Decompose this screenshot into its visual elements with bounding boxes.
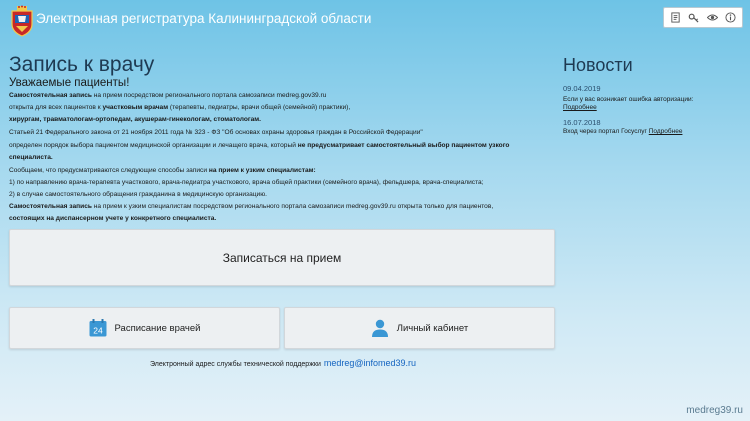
info-button[interactable] bbox=[723, 10, 739, 26]
news-item-row: Вход через портал Госуслуг Подробнее bbox=[563, 128, 682, 136]
info-line-11: состоящих на диспансерном учете у конкре… bbox=[9, 214, 557, 223]
header: Электронная регистратура Калининградской… bbox=[0, 0, 750, 40]
info-text: определен порядок выбора пациентом медиц… bbox=[9, 142, 298, 149]
support-line: Электронный адрес службы технической под… bbox=[150, 358, 416, 368]
visually-impaired-button[interactable] bbox=[704, 10, 720, 26]
key-button[interactable] bbox=[686, 10, 702, 26]
news-more-link[interactable]: Подробнее bbox=[649, 128, 683, 135]
personal-cabinet-label: Личный кабинет bbox=[396, 322, 469, 334]
info-text: 2) в случае самостоятельного обращения г… bbox=[9, 191, 267, 198]
news-more-row: Подробнее bbox=[563, 104, 597, 112]
support-email-link[interactable]: medreg@infomed39.ru bbox=[324, 358, 416, 368]
personal-cabinet-button[interactable]: Личный кабинет bbox=[284, 307, 555, 349]
calendar-day: 24 bbox=[93, 325, 103, 335]
info-line-5: определен порядок выбора пациентом медиц… bbox=[9, 141, 557, 150]
document-button[interactable] bbox=[667, 10, 683, 26]
greeting: Уважаемые пациенты! bbox=[9, 77, 130, 89]
user-icon bbox=[371, 319, 389, 337]
info-text: Статьей 21 Федерального закона от 21 ноя… bbox=[9, 129, 423, 136]
news-text: Если у вас возникает ошибка авторизации: bbox=[563, 96, 694, 103]
site-watermark: medreg39.ru bbox=[686, 405, 743, 416]
info-text: 1) по направлению врача-терапевта участк… bbox=[9, 179, 484, 186]
info-line-9: 2) в случае самостоятельного обращения г… bbox=[9, 190, 557, 199]
info-bold: Самостоятельная запись bbox=[9, 92, 92, 99]
info-text: (терапевты, педиатры, врачи общей (семей… bbox=[168, 104, 351, 111]
book-appointment-label: Записаться на прием bbox=[222, 250, 342, 265]
news-date: 16.07.2018 bbox=[563, 118, 601, 127]
info-line-6: специалиста. bbox=[9, 153, 557, 162]
page-title: Запись к врачу bbox=[9, 53, 155, 76]
info-bold: хирургам, травматологам-ортопедам, акуше… bbox=[9, 116, 262, 123]
info-text: открыта для всех пациентов к bbox=[9, 104, 103, 111]
info-text: на прием посредством регионального порта… bbox=[91, 92, 327, 99]
info-text: Сообщаем, что предусматриваются следующи… bbox=[9, 167, 209, 174]
info-icon bbox=[725, 12, 736, 23]
site-title: Электронная регистратура Калининградской… bbox=[36, 11, 372, 26]
info-line-1: Самостоятельная запись на прием посредст… bbox=[9, 91, 557, 100]
info-line-3: хирургам, травматологам-ортопедам, акуше… bbox=[9, 115, 557, 124]
news-text: Вход через портал Госуслуг bbox=[563, 128, 647, 135]
doctor-schedule-label: Расписание врачей bbox=[114, 322, 201, 334]
info-line-2: открыта для всех пациентов к участковым … bbox=[9, 103, 557, 112]
info-bold: Самостоятельная запись bbox=[9, 203, 92, 210]
info-bold: состоящих на диспансерном учете у конкре… bbox=[9, 215, 217, 222]
toolbar bbox=[663, 7, 743, 28]
info-line-10: Самостоятельная запись на прием к узким … bbox=[9, 202, 557, 211]
news-more-link[interactable]: Подробнее bbox=[563, 104, 597, 111]
info-line-4: Статьей 21 Федерального закона от 21 ноя… bbox=[9, 128, 557, 137]
book-appointment-button[interactable]: Записаться на прием bbox=[9, 229, 555, 286]
coat-of-arms-icon bbox=[11, 5, 33, 37]
info-line-7: Сообщаем, что предусматриваются следующи… bbox=[9, 166, 557, 175]
key-icon bbox=[688, 13, 699, 23]
info-line-8: 1) по направлению врача-терапевта участк… bbox=[9, 178, 557, 187]
info-bold: на прием к узким специалистам: bbox=[208, 167, 316, 174]
info-bold: участковым врачам bbox=[102, 104, 169, 111]
document-icon bbox=[671, 12, 680, 23]
news-title: Новости bbox=[563, 55, 633, 75]
doctor-schedule-button[interactable]: 24 Расписание врачей bbox=[9, 307, 280, 349]
info-text: на прием к узким специалистам посредство… bbox=[91, 203, 494, 210]
info-bold: не предусматривает самостоятельный выбор… bbox=[297, 142, 510, 149]
eye-icon bbox=[706, 14, 718, 21]
info-bold: специалиста. bbox=[9, 154, 53, 161]
news-date: 09.04.2019 bbox=[563, 84, 601, 93]
support-text: Электронный адрес службы технической под… bbox=[150, 361, 321, 368]
calendar-icon: 24 bbox=[89, 319, 107, 337]
